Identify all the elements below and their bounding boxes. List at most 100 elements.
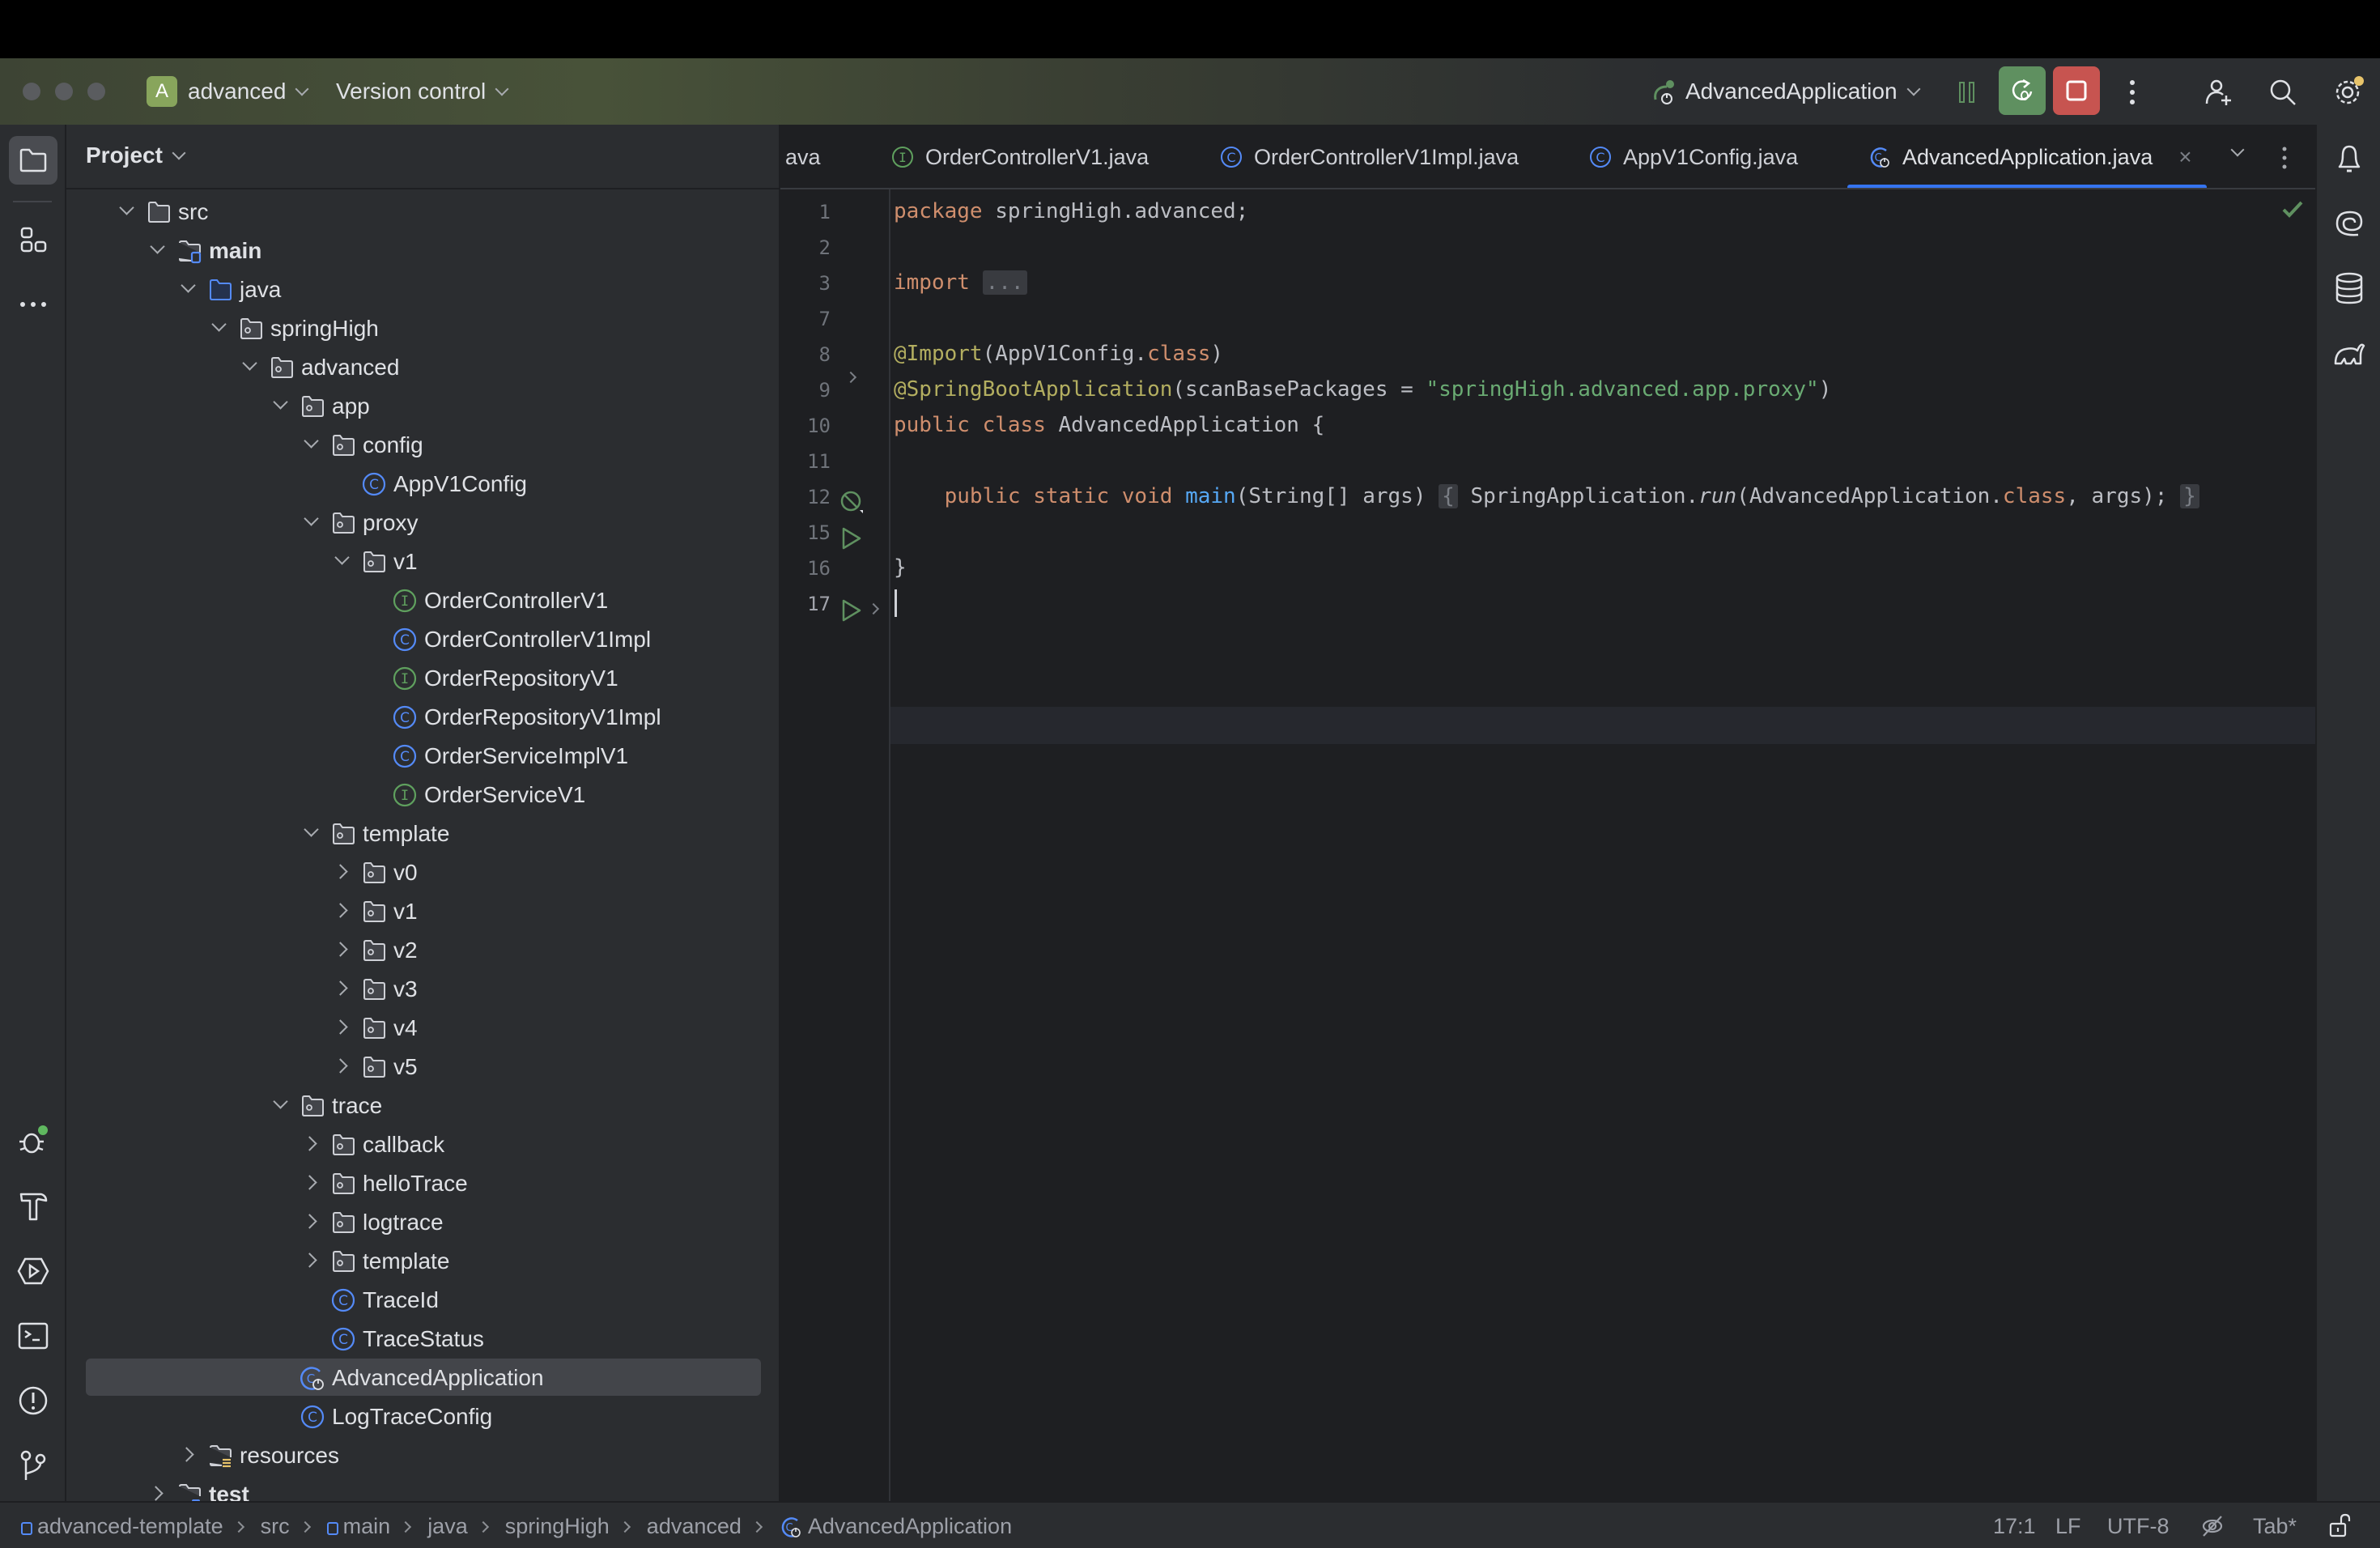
more-tools-button[interactable] <box>9 280 57 329</box>
chevron-right-icon[interactable] <box>337 904 348 915</box>
chevron-right-icon[interactable] <box>337 981 348 993</box>
breadcrumb-item[interactable]: AdvancedApplication <box>808 1514 1012 1538</box>
tree-item[interactable]: v3 <box>66 970 779 1009</box>
chevron-down-icon[interactable] <box>275 398 287 410</box>
tree-item[interactable]: C OrderRepositoryV1Impl <box>66 698 779 737</box>
inspection-ok-icon[interactable] <box>2281 199 2304 223</box>
gradle-button[interactable] <box>2325 329 2374 377</box>
tree-item[interactable]: C AppV1Config <box>66 465 779 504</box>
project-view-selector[interactable]: Project <box>86 142 186 168</box>
breadcrumb-item[interactable]: java <box>427 1514 468 1538</box>
code-line[interactable]: @Import(AppV1Config.class) <box>894 342 1223 366</box>
chevron-down-icon[interactable] <box>275 1098 287 1109</box>
chevron-right-icon[interactable] <box>306 1214 317 1226</box>
code-line[interactable]: import ... <box>894 270 1027 295</box>
tree-item[interactable]: callback <box>66 1125 779 1164</box>
chevron-right-icon[interactable] <box>306 1137 317 1148</box>
tree-item[interactable]: springHigh <box>66 309 779 348</box>
tree-item[interactable]: main <box>66 232 779 270</box>
chevron-right-icon[interactable] <box>152 1486 164 1498</box>
chevron-down-icon[interactable] <box>244 359 256 371</box>
tree-item[interactable]: java <box>66 270 779 309</box>
tree-item[interactable]: advanced <box>66 348 779 387</box>
tree-item[interactable]: template <box>66 1242 779 1281</box>
debug-tool-button[interactable] <box>9 1117 57 1166</box>
project-badge[interactable]: A <box>147 76 177 107</box>
pause-icon[interactable] <box>1951 76 1983 108</box>
code-with-me-icon[interactable] <box>2202 76 2234 108</box>
tree-item[interactable]: helloTrace <box>66 1164 779 1203</box>
line-separator[interactable]: LF <box>2055 1512 2081 1540</box>
file-encoding[interactable]: UTF-8 <box>2107 1512 2170 1540</box>
tree-item[interactable]: resources <box>66 1436 779 1475</box>
code-line[interactable]: public static void main(String[] args) {… <box>894 484 2199 508</box>
problems-tool-button[interactable] <box>9 1376 57 1425</box>
window-close-button[interactable] <box>23 83 40 100</box>
tree-item[interactable]: src <box>66 193 779 232</box>
tab-more-icon[interactable] <box>2281 146 2288 174</box>
caret-position[interactable]: 17:1 <box>1993 1512 2036 1540</box>
stop-button[interactable] <box>2053 66 2100 115</box>
services-tool-button[interactable] <box>9 1247 57 1295</box>
tree-item[interactable]: C OrderControllerV1Impl <box>66 620 779 659</box>
ai-assistant-button[interactable] <box>2325 199 2374 248</box>
chevron-right-icon[interactable] <box>306 1176 317 1187</box>
tab-close-button[interactable]: × <box>2178 144 2191 170</box>
code-line[interactable]: public class AdvancedApplication { <box>894 413 1324 437</box>
chevron-down-icon[interactable] <box>121 204 133 215</box>
terminal-tool-button[interactable] <box>9 1312 57 1360</box>
tab-app-v1-config[interactable]: C AppV1Config.java <box>1589 125 1798 188</box>
window-zoom-button[interactable] <box>87 83 105 100</box>
breadcrumb-item[interactable]: springHigh <box>505 1514 610 1538</box>
code-line[interactable]: @SpringBootApplication(scanBasePackages … <box>894 377 1831 402</box>
run-config-selector[interactable]: AdvancedApplication <box>1685 76 1921 107</box>
breadcrumb-item[interactable]: main <box>343 1514 391 1538</box>
code-line[interactable]: } <box>894 555 907 580</box>
inspection-off-icon[interactable] <box>2200 1514 2225 1545</box>
chevron-down-icon[interactable] <box>337 554 348 565</box>
tree-item[interactable]: C AdvancedApplication <box>66 1359 779 1397</box>
tab-advanced-application[interactable]: C AdvancedApplication.java × <box>1868 125 2192 188</box>
chevron-down-icon[interactable] <box>183 282 194 293</box>
vcs-menu[interactable]: Version control <box>336 76 509 107</box>
tree-item[interactable]: C TraceId <box>66 1281 779 1320</box>
tree-item[interactable]: test <box>66 1475 779 1501</box>
tree-item[interactable]: config <box>66 426 779 465</box>
code-line[interactable]: package springHigh.advanced; <box>894 199 1248 223</box>
tree-item[interactable]: I OrderControllerV1 <box>66 581 779 620</box>
tree-item[interactable]: v4 <box>66 1009 779 1048</box>
build-tool-button[interactable] <box>9 1182 57 1231</box>
tree-item[interactable]: v0 <box>66 853 779 892</box>
tree-item[interactable]: template <box>66 814 779 853</box>
tree-item[interactable]: v1 <box>66 892 779 931</box>
chevron-down-icon[interactable] <box>152 243 164 254</box>
chevron-down-icon[interactable] <box>306 515 317 526</box>
settings-icon[interactable] <box>2333 76 2365 108</box>
project-tool-button[interactable] <box>9 136 57 185</box>
chevron-right-icon[interactable] <box>337 942 348 954</box>
tree-item[interactable]: v5 <box>66 1048 779 1087</box>
breadcrumb-item[interactable]: src <box>261 1514 290 1538</box>
indent-setting[interactable]: Tab* <box>2253 1512 2297 1540</box>
tree-item[interactable]: I OrderRepositoryV1 <box>66 659 779 698</box>
fold-expand-icon[interactable] <box>867 602 880 619</box>
notifications-button[interactable] <box>2325 134 2374 183</box>
tree-item[interactable]: I OrderServiceV1 <box>66 776 779 814</box>
breadcrumb-item[interactable]: advanced-template <box>37 1514 223 1538</box>
tree-item[interactable]: C OrderServiceImplV1 <box>66 737 779 776</box>
tree-item[interactable]: v1 <box>66 542 779 581</box>
tab-list-button[interactable] <box>2230 142 2245 164</box>
tree-item[interactable]: app <box>66 387 779 426</box>
tree-item[interactable]: v2 <box>66 931 779 970</box>
tab-order-controller-v1-impl[interactable]: C OrderControllerV1Impl.java <box>1220 125 1519 188</box>
rerun-debug-button[interactable] <box>1999 66 2046 115</box>
project-switcher[interactable]: advanced <box>188 76 309 107</box>
search-icon[interactable] <box>2267 76 2299 108</box>
run-main-gutter-icon[interactable] <box>840 598 863 627</box>
chevron-down-icon[interactable] <box>306 826 317 837</box>
tree-item[interactable]: logtrace <box>66 1203 779 1242</box>
chevron-right-icon[interactable] <box>337 1059 348 1070</box>
more-actions-icon[interactable] <box>2116 76 2148 108</box>
chevron-down-icon[interactable] <box>306 437 317 449</box>
fold-expand-icon[interactable] <box>844 371 857 387</box>
